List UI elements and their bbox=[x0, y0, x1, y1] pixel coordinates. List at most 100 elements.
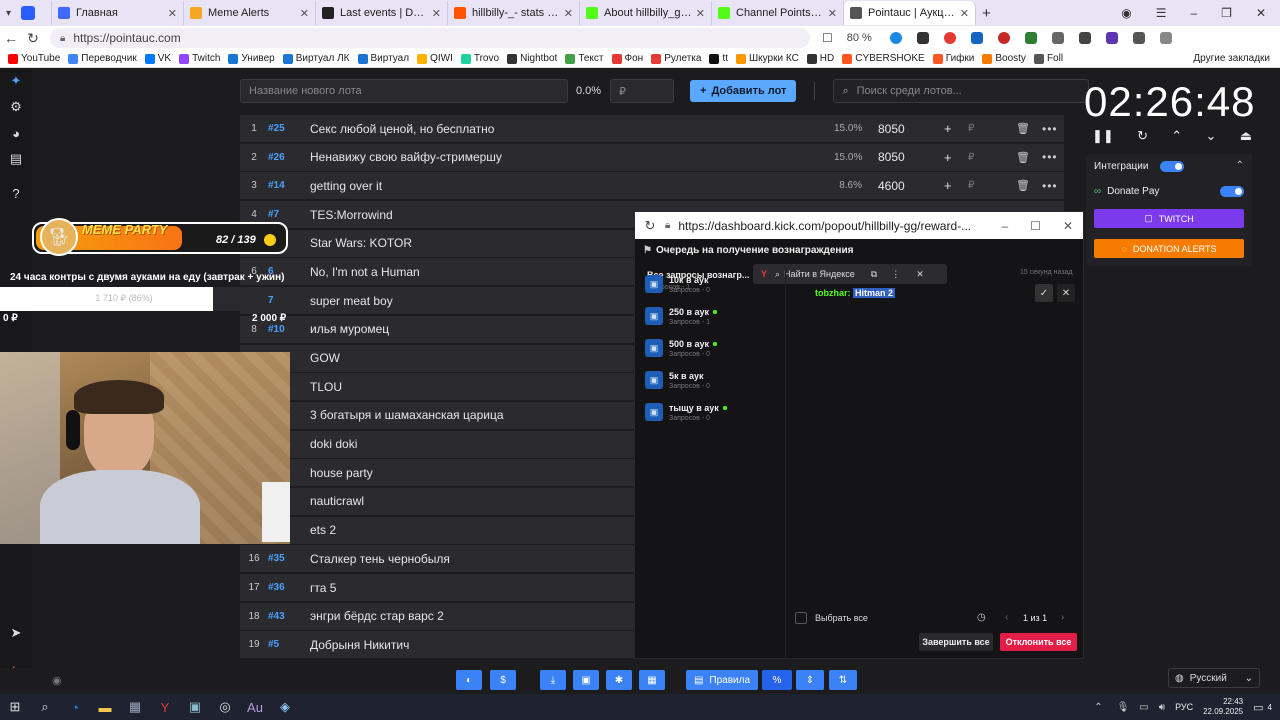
wheel-icon[interactable]: ◕ bbox=[0, 120, 32, 146]
zoom-level[interactable]: 80 % bbox=[847, 32, 872, 44]
start-icon[interactable]: ⊞ bbox=[0, 694, 30, 720]
steam-icon[interactable]: ◈ bbox=[270, 694, 300, 720]
network-icon[interactable]: ▭ bbox=[1139, 702, 1148, 713]
bug-button[interactable]: ✱ bbox=[606, 670, 632, 690]
close-tab-icon[interactable]: ✕ bbox=[432, 7, 441, 20]
reward-item[interactable]: ▣ 500 в аук Запросов - 0 bbox=[645, 332, 779, 364]
bookmark-item[interactable]: Переводчик bbox=[68, 53, 137, 64]
ruble-icon[interactable]: ₽ bbox=[968, 152, 974, 163]
clock[interactable]: 22:43 22.09.2025 bbox=[1203, 697, 1243, 717]
reject-button[interactable]: ✕ bbox=[1057, 284, 1075, 302]
url-field[interactable]: 🔒︎ https://pointauc.com bbox=[50, 28, 810, 48]
extension-icon-4[interactable] bbox=[970, 32, 983, 44]
double-up-icon[interactable]: ⏏ bbox=[1240, 128, 1252, 144]
microphone-icon[interactable]: 🎙︎ bbox=[1117, 702, 1130, 713]
reward-item[interactable]: ▣ 250 в аук Запросов - 1 bbox=[645, 300, 779, 332]
trash-icon[interactable]: 🗑︎ bbox=[1016, 151, 1030, 164]
percent-button[interactable]: % bbox=[762, 670, 792, 690]
notifications-icon[interactable]: ▭ bbox=[1253, 701, 1263, 714]
more-icon[interactable]: ••• bbox=[1042, 150, 1058, 164]
bookmark-item[interactable]: VK bbox=[144, 53, 171, 64]
bookmark-item[interactable]: Фон bbox=[611, 53, 643, 64]
tab-list-icon[interactable]: ▾ bbox=[6, 8, 11, 19]
auction-icon[interactable]: ✦ bbox=[0, 68, 32, 94]
donatepay-toggle[interactable] bbox=[1220, 186, 1244, 197]
input-language[interactable]: РУС bbox=[1175, 702, 1193, 712]
chevron-up-icon[interactable]: ⌃ bbox=[1171, 128, 1182, 144]
clear-button[interactable]: ▦ bbox=[639, 670, 665, 690]
more-icon[interactable]: ••• bbox=[1042, 179, 1058, 193]
bookmark-item[interactable]: Рулетка bbox=[651, 53, 701, 64]
rules-button[interactable]: ▤ Правила bbox=[686, 670, 758, 690]
collapse-icon[interactable]: ⌃ bbox=[1236, 160, 1244, 171]
add-lot-button[interactable]: + Добавить лот bbox=[690, 80, 797, 102]
github-button[interactable]: ◐ bbox=[456, 670, 482, 690]
bookmark-item[interactable]: Универ bbox=[228, 53, 275, 64]
reject-all-button[interactable]: Отклонить все bbox=[1000, 633, 1077, 651]
calculator-icon[interactable]: ▦ bbox=[120, 694, 150, 720]
lot-amount-input[interactable]: ₽ bbox=[610, 79, 674, 103]
ruble-icon[interactable]: ₽ bbox=[968, 180, 974, 191]
bookmark-item[interactable]: Гифки bbox=[932, 53, 974, 64]
download-button[interactable]: ⤓ bbox=[540, 670, 566, 690]
sort-button[interactable]: ⇅ bbox=[829, 670, 857, 690]
bookmark-item[interactable]: CYBERSHOKE bbox=[842, 53, 925, 64]
back-icon[interactable]: ← bbox=[0, 30, 22, 46]
plus-icon[interactable]: + bbox=[944, 121, 952, 136]
close-tab-icon[interactable]: ✕ bbox=[168, 7, 177, 20]
new-tab-button[interactable]: + bbox=[976, 1, 1000, 25]
close-icon[interactable]: ✕ bbox=[916, 269, 924, 280]
browser-tab[interactable]: Главная ✕ bbox=[52, 1, 184, 25]
bookmark-item[interactable]: Foll bbox=[1033, 53, 1063, 64]
help-icon[interactable]: ? bbox=[0, 180, 32, 206]
eye-icon[interactable]: ◉ bbox=[52, 674, 62, 687]
browser-tab[interactable]: Last events | DonatePay ✕ bbox=[316, 1, 448, 25]
reset-icon[interactable]: ↻ bbox=[1137, 128, 1148, 144]
lot-row[interactable]: 2 #26 Ненавижу свою вайфу-стримершу 15.0% 80… bbox=[240, 143, 1064, 171]
browser-tab[interactable]: Channel Points - Kick Dash ✕ bbox=[712, 1, 844, 25]
other-bookmarks[interactable]: Другие закладки bbox=[1193, 53, 1270, 64]
close-tab-icon[interactable]: ✕ bbox=[564, 7, 573, 20]
history-icon[interactable]: ▤ bbox=[0, 146, 32, 172]
settings-icon[interactable]: ⚙ bbox=[0, 94, 32, 120]
lot-row[interactable]: 1 #25 Секс любой ценой, но бесплатно 15.0% 8… bbox=[240, 115, 1064, 142]
extension-icon-9[interactable] bbox=[1105, 32, 1118, 44]
profile-icon[interactable]: ◉ bbox=[1121, 6, 1131, 20]
close-tab-icon[interactable]: ✕ bbox=[828, 7, 837, 20]
donate-button[interactable]: $ bbox=[490, 670, 516, 690]
reload-icon[interactable]: ↻ bbox=[635, 218, 665, 234]
close-window-icon[interactable]: ✕ bbox=[1256, 6, 1266, 20]
reward-item[interactable]: ▣ тыщу в аук Запросов - 0 bbox=[645, 396, 779, 428]
extension-icon-1[interactable] bbox=[889, 32, 902, 44]
reward-item[interactable]: ▣ 5к в аук Запросов - 0 bbox=[645, 364, 779, 396]
browser-tab[interactable]: Meme Alerts ✕ bbox=[184, 1, 316, 25]
next-page-icon[interactable]: › bbox=[1061, 612, 1064, 623]
bookmark-item[interactable]: Nightbot bbox=[507, 53, 557, 64]
bookmark-item[interactable]: Twitch bbox=[179, 53, 220, 64]
extension-icon-6[interactable] bbox=[1024, 32, 1037, 44]
bookmark-item[interactable]: QIWI bbox=[417, 53, 453, 64]
close-tab-icon[interactable]: ✕ bbox=[300, 7, 309, 20]
minimize-icon[interactable]: – bbox=[1190, 6, 1197, 20]
select-all-checkbox[interactable] bbox=[795, 612, 807, 624]
plus-icon[interactable]: + bbox=[944, 150, 952, 165]
lot-row[interactable]: 3 #14 getting over it 8.6% 4600 + ₽ 🗑︎ ••• bbox=[240, 172, 1064, 200]
volume-icon[interactable]: 🔊︎ bbox=[1159, 702, 1165, 713]
search-icon[interactable]: ⌕ bbox=[30, 694, 60, 720]
save-button[interactable]: ▣ bbox=[573, 670, 599, 690]
extension-icon-5[interactable] bbox=[997, 32, 1010, 44]
close-popup-icon[interactable]: ✕ bbox=[1063, 219, 1073, 233]
prev-page-icon[interactable]: ‹ bbox=[1005, 612, 1008, 623]
ruble-icon[interactable]: ₽ bbox=[968, 123, 974, 134]
more-icon[interactable]: ⋮ bbox=[891, 269, 900, 280]
extension-icon-7[interactable] bbox=[1051, 32, 1064, 44]
close-tab-icon[interactable]: ✕ bbox=[960, 7, 969, 20]
clock-icon[interactable]: ◷ bbox=[977, 612, 986, 623]
browser-tab[interactable]: Pointauc | Аукцион для ✕ bbox=[844, 1, 976, 25]
extension-icon-2[interactable] bbox=[916, 32, 929, 44]
reload-icon[interactable]: ↻ bbox=[22, 30, 44, 47]
browser-tab[interactable]: hillbilly-_- stats - FACEIT.c ✕ bbox=[448, 1, 580, 25]
audition-icon[interactable]: Au bbox=[240, 694, 270, 720]
lot-amount[interactable]: 8050 bbox=[878, 122, 905, 136]
yandex-browser-icon[interactable]: Y bbox=[150, 694, 180, 720]
